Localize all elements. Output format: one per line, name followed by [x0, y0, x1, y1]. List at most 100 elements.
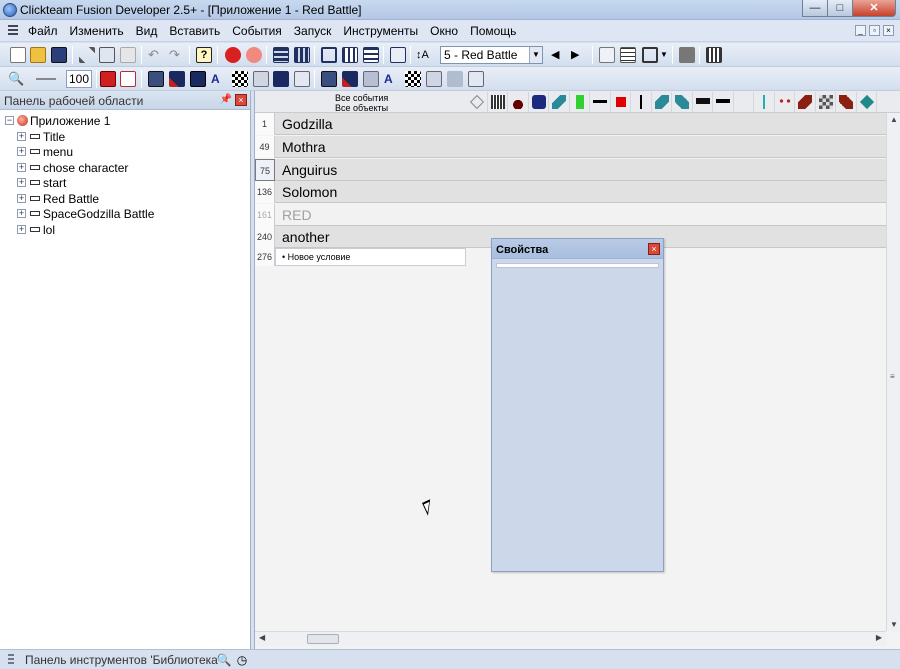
object-icon[interactable] — [253, 71, 269, 87]
grid-icon[interactable] — [294, 71, 310, 87]
dots-icon[interactable] — [775, 92, 795, 112]
new-file-icon[interactable] — [10, 47, 26, 63]
maximize-button[interactable]: □ — [827, 0, 853, 17]
event-group-row[interactable]: 75 Anguirus — [255, 159, 886, 181]
undo-icon[interactable]: ↶ — [148, 47, 164, 63]
help-icon[interactable]: ? — [196, 47, 212, 63]
menu-help[interactable]: Помощь — [464, 24, 522, 38]
group-title[interactable]: Anguirus — [275, 159, 886, 181]
green-bar-icon[interactable] — [570, 92, 590, 112]
tree-root[interactable]: − Приложение 1 — [0, 113, 250, 129]
cut-icon[interactable] — [79, 47, 95, 63]
expand-icon[interactable]: + — [17, 147, 26, 156]
show-events-icon[interactable] — [100, 71, 116, 87]
event-group-row[interactable]: 136 Solomon — [255, 181, 886, 203]
zoom-input[interactable]: 100 — [66, 70, 92, 88]
frame-editor-icon[interactable] — [321, 47, 337, 63]
next-frame-icon[interactable]: ▶ — [571, 47, 587, 63]
pin-icon[interactable]: 📌 — [220, 94, 232, 105]
mdi-close-icon[interactable]: × — [883, 25, 894, 36]
storyboard-controls-icon[interactable] — [508, 92, 529, 112]
scroll-thumb[interactable] — [307, 634, 339, 644]
copy-icon[interactable] — [99, 47, 115, 63]
group-title[interactable]: RED — [275, 204, 886, 226]
new-condition[interactable]: • Новое условие — [275, 248, 466, 266]
back-frame-icon[interactable] — [225, 47, 241, 63]
creature-sprite-icon[interactable] — [836, 92, 857, 112]
tree-frame[interactable]: + lol — [0, 222, 250, 238]
text-icon[interactable]: A — [211, 71, 227, 87]
creature-sprite-icon[interactable] — [795, 92, 816, 112]
diamond-icon[interactable] — [857, 92, 877, 112]
black-bar-icon[interactable] — [713, 92, 734, 112]
menu-view[interactable]: Вид — [130, 24, 164, 38]
scroll-thumb[interactable]: ≡ — [890, 373, 898, 385]
keyboard-icon[interactable] — [363, 71, 379, 87]
cyan-line-icon[interactable] — [754, 92, 775, 112]
toolbar-grip-icon[interactable] — [8, 654, 14, 666]
storyboard-icon[interactable] — [447, 71, 463, 87]
expand-icon[interactable]: + — [17, 209, 26, 218]
dark-bar-icon[interactable] — [693, 92, 713, 112]
scroll-down-icon[interactable]: ▼ — [889, 620, 899, 629]
tree-frame[interactable]: + menu — [0, 144, 250, 160]
menu-window[interactable]: Окно — [424, 24, 464, 38]
frame-select[interactable]: 5 - Red Battle ▼ — [440, 46, 543, 64]
expand-icon[interactable]: + — [17, 224, 26, 234]
collapse-icon[interactable]: − — [5, 116, 14, 125]
event-editor-icon[interactable] — [342, 47, 358, 63]
checker-icon[interactable] — [405, 71, 421, 87]
black-line-icon[interactable] — [590, 92, 611, 112]
tree-frame[interactable]: + start — [0, 175, 250, 191]
group-title[interactable]: Godzilla — [275, 113, 886, 135]
close-button[interactable]: ✕ — [852, 0, 896, 17]
object-icon[interactable] — [426, 71, 442, 87]
redo-icon[interactable]: ↷ — [169, 47, 185, 63]
window-toggle-icon[interactable] — [642, 47, 658, 63]
remove-events-icon[interactable] — [342, 71, 358, 87]
film-icon[interactable] — [706, 47, 722, 63]
empty-object-icon[interactable] — [734, 92, 754, 112]
grid-object-icon[interactable] — [816, 92, 836, 112]
grid-icon[interactable] — [468, 71, 484, 87]
all-events-label[interactable]: Все события Все объекты — [335, 93, 388, 113]
monitor-icon[interactable] — [148, 71, 164, 87]
sort-icon[interactable]: ↕A — [416, 47, 432, 63]
hide-events-icon[interactable] — [120, 71, 136, 87]
event-group-row[interactable]: 1 Godzilla — [255, 113, 886, 135]
properties-toggle-icon[interactable] — [599, 47, 615, 63]
expand-icon[interactable]: + — [17, 131, 26, 141]
remove-events-icon[interactable] — [169, 71, 185, 87]
search-icon[interactable]: 🔍 — [216, 652, 232, 668]
monster-sprite-icon[interactable] — [672, 92, 693, 112]
chevron-down-icon[interactable]: ▼ — [529, 47, 542, 63]
event-list-icon[interactable] — [363, 47, 379, 63]
menu-tools[interactable]: Инструменты — [337, 24, 424, 38]
storyboard-icon[interactable] — [273, 71, 289, 87]
minimize-button[interactable]: — — [802, 0, 828, 17]
group-title[interactable]: Mothra — [275, 136, 886, 158]
event-group-row[interactable]: 49 Mothra — [255, 136, 886, 158]
monster-sprite-icon[interactable] — [652, 92, 672, 112]
mdi-restore-icon[interactable]: ▫ — [869, 25, 880, 36]
new-event-row[interactable]: 276 • Новое условие — [255, 248, 466, 266]
special-conditions-icon[interactable] — [467, 92, 488, 112]
vertical-line-icon[interactable] — [631, 92, 652, 112]
menu-insert[interactable]: Вставить — [163, 24, 226, 38]
red-square-icon[interactable] — [611, 92, 631, 112]
scroll-up-icon[interactable]: ▲ — [889, 115, 899, 124]
keyboard-icon[interactable] — [190, 71, 206, 87]
event-group-row[interactable]: 161 RED — [255, 204, 886, 226]
mdi-minimize-icon[interactable]: _ — [855, 25, 866, 36]
menu-edit[interactable]: Изменить — [64, 24, 130, 38]
menu-grip-icon[interactable] — [8, 24, 18, 37]
expand-icon[interactable]: + — [17, 193, 26, 203]
clock-icon[interactable]: ◷ — [234, 652, 250, 668]
data-elements-icon[interactable] — [390, 47, 406, 63]
zoom-icon[interactable]: 🔍 — [8, 71, 24, 87]
group-title[interactable]: Solomon — [275, 181, 886, 203]
properties-panel[interactable]: Свойства × — [491, 238, 664, 572]
close-icon[interactable]: × — [235, 94, 247, 106]
open-folder-icon[interactable] — [30, 47, 46, 63]
create-objects-icon[interactable] — [529, 92, 549, 112]
